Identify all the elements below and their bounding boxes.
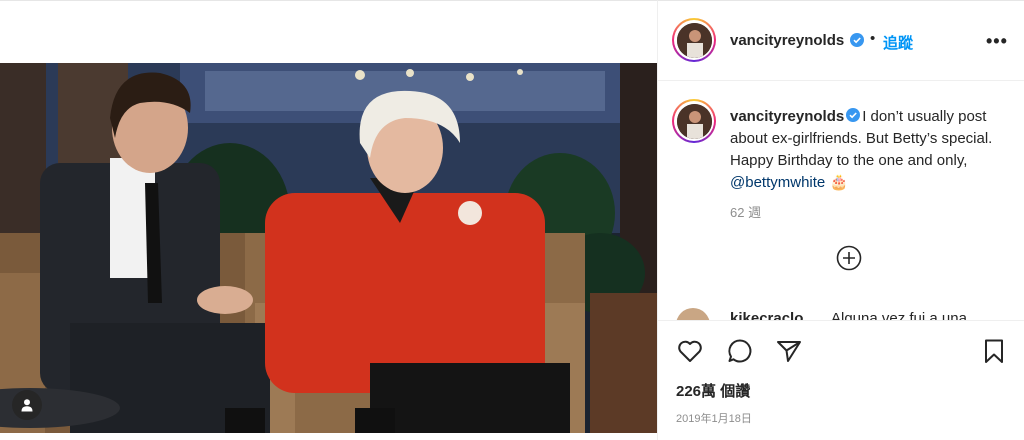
caption-avatar[interactable] — [672, 99, 716, 143]
heart-icon[interactable] — [676, 337, 704, 365]
comment-text: Alguna vez fui a una — [831, 310, 967, 321]
plus-circle-icon[interactable] — [836, 245, 862, 271]
separator-dot: • — [870, 30, 876, 47]
post-time-ago[interactable]: 62 週 — [730, 202, 761, 221]
comment-username[interactable]: kikecraclo — [730, 310, 803, 320]
username-link[interactable]: vancityreynolds — [730, 32, 844, 49]
post-photo[interactable] — [0, 63, 657, 433]
paper-plane-icon[interactable] — [775, 337, 803, 365]
post-date[interactable]: 2019年1月18日 — [676, 410, 752, 426]
post-header: vancityreynolds • 追蹤 ••• — [658, 1, 1024, 81]
cake-emoji: 🎂 — [829, 174, 849, 191]
mention-link[interactable]: @bettymwhite — [730, 174, 825, 191]
likes-count[interactable]: 226萬 個讚 — [676, 380, 750, 401]
comment-bubble-icon[interactable] — [726, 337, 754, 365]
post-actions: 226萬 個讚 2019年1月18日 — [658, 322, 1024, 440]
caption-username-link[interactable]: vancityreynolds — [730, 108, 844, 125]
user-tag-icon[interactable] — [12, 390, 42, 420]
comments-section: vancityreynolds I don’t usually post abou… — [658, 82, 1024, 321]
post-caption: vancityreynolds I don’t usually post abou… — [730, 106, 1010, 194]
photo-illustration — [0, 63, 657, 433]
follow-button[interactable]: 追蹤 — [883, 32, 913, 53]
verified-badge-icon — [850, 33, 864, 47]
post-side-panel: vancityreynolds • 追蹤 ••• vancityreynolds… — [657, 0, 1024, 440]
comment-avatar[interactable] — [676, 308, 710, 320]
post-page: vancityreynolds • 追蹤 ••• vancityreynolds… — [0, 0, 1024, 440]
bookmark-icon[interactable] — [980, 337, 1008, 365]
more-options-icon[interactable]: ••• — [986, 31, 1008, 52]
verified-badge-icon — [846, 108, 861, 122]
avatar[interactable] — [672, 18, 716, 62]
post-media — [0, 0, 657, 440]
